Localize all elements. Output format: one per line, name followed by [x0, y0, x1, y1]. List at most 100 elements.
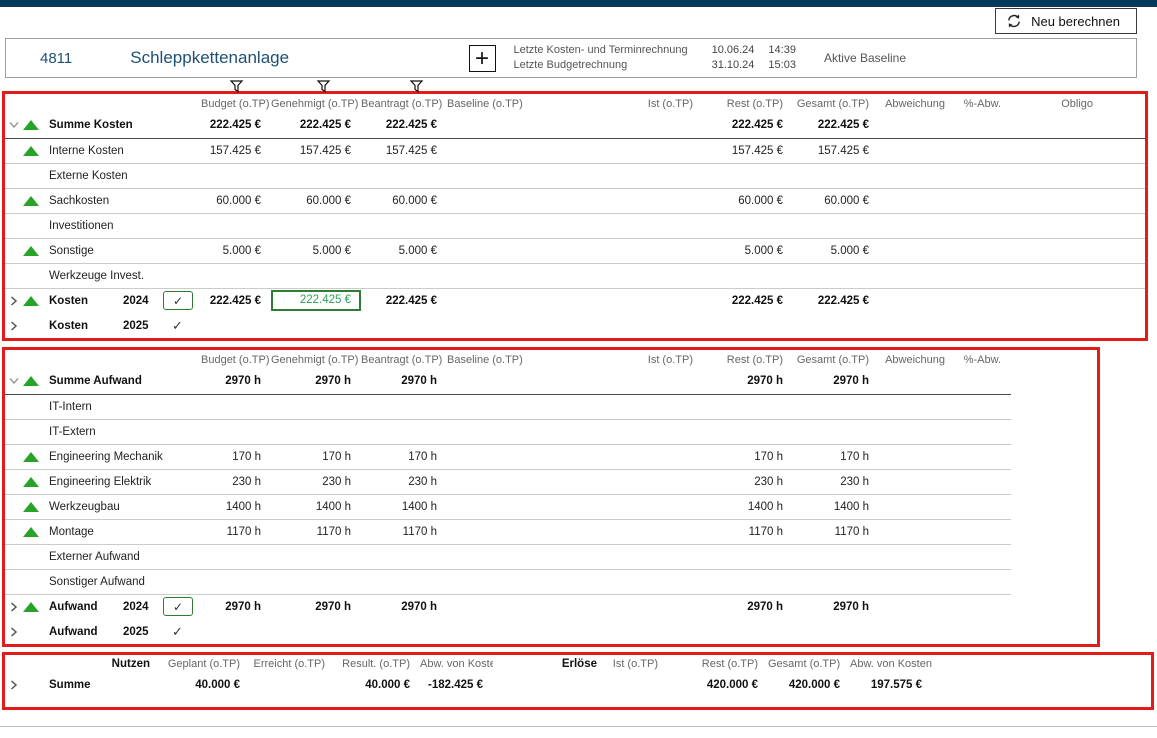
- trend-up-triangle: [23, 146, 39, 156]
- column-header-tree: [5, 350, 201, 369]
- cell-budget: [201, 394, 271, 419]
- filter-icon[interactable]: [230, 80, 244, 93]
- year-checkbox-checked[interactable]: ✓: [163, 597, 193, 616]
- cell-beantragt: [361, 263, 447, 288]
- cell-gesamt: 222.425 €: [793, 113, 879, 138]
- table-row: Kosten2025✓: [5, 313, 1145, 338]
- row-tree-cell: Externer Aufwand: [5, 544, 201, 569]
- filter-icon[interactable]: [317, 80, 331, 93]
- table-row: Werkzeugbau1400 h1400 h1400 h1400 h1400 …: [5, 494, 1011, 519]
- cell-beantragt: 1400 h: [361, 494, 447, 519]
- row-label: Summe Kosten: [49, 119, 201, 131]
- chevron-down-icon[interactable]: [5, 120, 23, 130]
- row-label: Aufwand: [49, 626, 123, 638]
- row-tree-cell: Kosten2025✓: [5, 313, 201, 338]
- cell-baseline: [447, 313, 529, 338]
- trend-up-icon: [23, 146, 49, 156]
- cell-abweichung: [879, 619, 955, 644]
- cell-gesamt: [793, 313, 879, 338]
- table-row: Engineering Mechanik170 h170 h170 h170 h…: [5, 444, 1011, 469]
- recalculate-button[interactable]: Neu berechnen: [995, 8, 1137, 34]
- column-header: Obligo: [1011, 94, 1145, 113]
- table-row: Summe Kosten222.425 €222.425 €222.425 €2…: [5, 113, 1145, 138]
- cell-erreicht: [250, 673, 335, 697]
- table-row: IT-Extern: [5, 419, 1011, 444]
- cell-beantragt: 170 h: [361, 444, 447, 469]
- cell-obligo: [1011, 163, 1145, 188]
- cell-abweichung: [879, 544, 955, 569]
- row-tree: Interne Kosten: [5, 139, 201, 163]
- row-tree: Externer Aufwand: [5, 545, 201, 569]
- column-header: Gesamt (o.TP): [793, 94, 879, 113]
- chevron-right-icon[interactable]: [5, 627, 23, 637]
- editable-highlighted-cell[interactable]: 222.425 €: [271, 290, 361, 311]
- chevron-right-icon[interactable]: [5, 680, 23, 690]
- last-cost-calc-label: Letzte Kosten- und Terminrechnung: [514, 43, 688, 58]
- cell-abweichung: [879, 369, 955, 394]
- cell-rest: 222.425 €: [703, 113, 793, 138]
- cell-filler: [932, 673, 1151, 697]
- row-check-wrap: ✓: [163, 625, 201, 638]
- chevron-right-icon[interactable]: [5, 321, 23, 331]
- row-label: Kosten: [49, 295, 123, 307]
- cell-pabw: [955, 444, 1011, 469]
- chevron-down-icon[interactable]: [5, 376, 23, 386]
- cell-rest: [703, 544, 793, 569]
- cell-beantragt: 157.425 €: [361, 138, 447, 163]
- bottom-divider: [0, 726, 1157, 727]
- column-header: Gesamt (o.TP): [768, 655, 850, 673]
- cell-pabw: [955, 594, 1011, 619]
- plus-icon: +: [475, 45, 489, 72]
- cell-genehmigt: 1400 h: [271, 494, 361, 519]
- cell-baseline: [447, 213, 529, 238]
- cell-beantragt: 222.425 €: [361, 288, 447, 313]
- last-budget-calc-date: 31.10.24: [712, 58, 755, 73]
- column-header: %-Abw.: [955, 350, 1011, 369]
- cell-budget: [201, 313, 271, 338]
- row-tree-cell: Engineering Elektrik: [5, 469, 201, 494]
- row-label: Externe Kosten: [49, 170, 201, 182]
- cell-ist: [529, 369, 703, 394]
- chevron-right-icon[interactable]: [5, 296, 23, 306]
- cell-pabw: [955, 213, 1011, 238]
- table-row: Kosten2024✓222.425 €222.425 €222.425 €22…: [5, 288, 1145, 313]
- chevron-right-icon[interactable]: [5, 602, 23, 612]
- expand-plus-button[interactable]: +: [469, 45, 496, 72]
- row-label: IT-Intern: [49, 401, 201, 413]
- cell-abweichung: [879, 263, 955, 288]
- table-row: Sonstiger Aufwand: [5, 569, 1011, 594]
- column-header: Ist (o.TP): [607, 655, 668, 673]
- row-label: Summe: [49, 679, 95, 691]
- year-checkbox-checked[interactable]: ✓: [163, 291, 193, 310]
- cell-abweichung: [879, 494, 955, 519]
- row-tree-cell: Aufwand2025✓: [5, 619, 201, 644]
- cell-genehmigt: [271, 619, 361, 644]
- cell-baseline: [447, 113, 529, 138]
- cell-ist: [529, 594, 703, 619]
- aufwand-section: Budget (o.TP)Genehmigt (o.TP)Beantragt (…: [2, 347, 1100, 647]
- table-row: Interne Kosten157.425 €157.425 €157.425 …: [5, 138, 1145, 163]
- cell-baseline: [447, 263, 529, 288]
- cell-budget: 1170 h: [201, 519, 271, 544]
- cell-genehmigt: [271, 394, 361, 419]
- row-label: Interne Kosten: [49, 145, 201, 157]
- cell-budget: [201, 163, 271, 188]
- row-label: Engineering Elektrik: [49, 476, 201, 488]
- row-tree: Engineering Elektrik: [5, 470, 201, 494]
- trend-up-icon: [23, 120, 49, 130]
- cell-genehmigt: 170 h: [271, 444, 361, 469]
- cell-rest: 2970 h: [703, 369, 793, 394]
- row-label: Werkzeuge Invest.: [49, 270, 201, 282]
- cell-rest: [703, 263, 793, 288]
- filter-icon[interactable]: [410, 80, 424, 93]
- row-label: Summe Aufwand: [49, 375, 201, 387]
- cell-pabw: [955, 469, 1011, 494]
- cell-ist: [529, 163, 703, 188]
- project-title: Schleppkettenanlage: [130, 48, 289, 68]
- cell-gesamt: 230 h: [793, 469, 879, 494]
- row-tree-cell: Summe: [5, 673, 95, 697]
- table-row: Summe Aufwand2970 h2970 h2970 h2970 h297…: [5, 369, 1011, 394]
- column-header: Ist (o.TP): [529, 350, 703, 369]
- column-header: Baseline (o.TP): [447, 94, 529, 113]
- cell-ist: [529, 469, 703, 494]
